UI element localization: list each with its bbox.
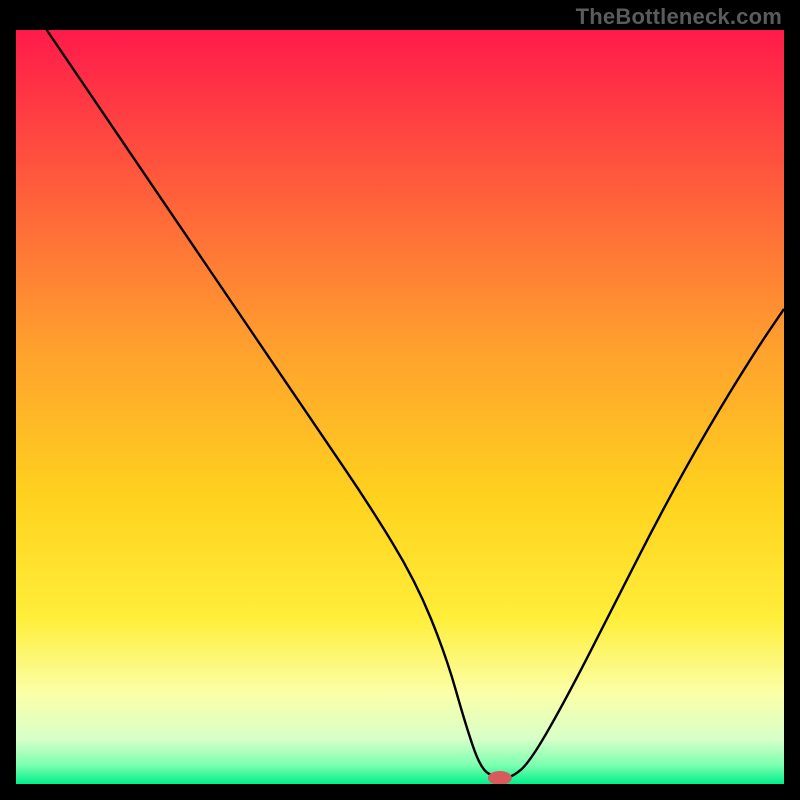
gradient-background [16,30,784,784]
bottleneck-chart [16,30,784,784]
chart-frame [16,30,784,784]
watermark-text: TheBottleneck.com [576,4,782,30]
